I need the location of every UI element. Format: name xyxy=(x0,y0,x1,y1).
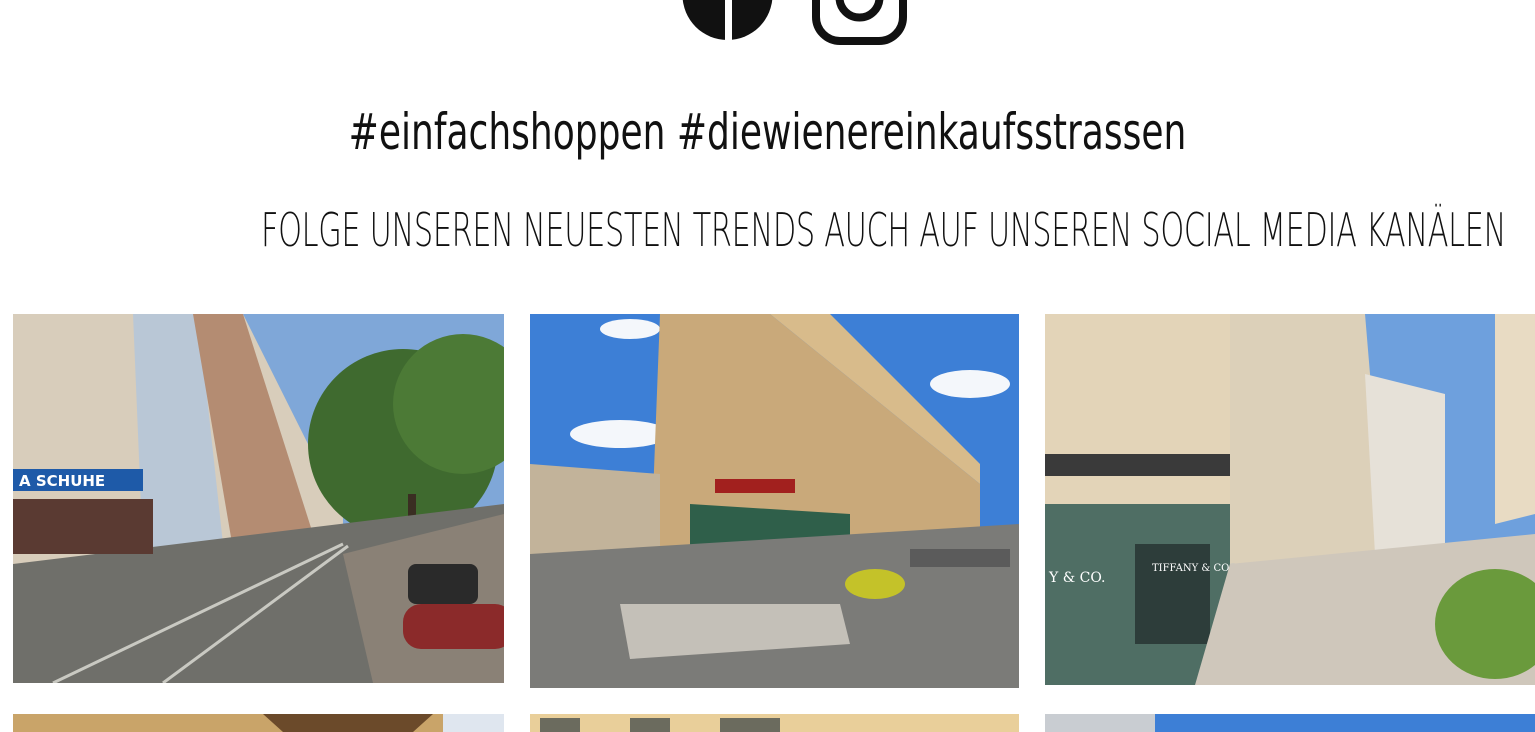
shop-sign-left: Y & CO. xyxy=(1048,570,1105,586)
shop-sign-right: TIFFANY & CO. xyxy=(1152,563,1232,574)
facebook-icon[interactable] xyxy=(681,0,774,40)
social-icons xyxy=(0,0,1535,45)
gallery-image-1[interactable]: A SCHUHE xyxy=(13,314,504,683)
gallery-image-5[interactable] xyxy=(530,714,1019,732)
gallery-image-4[interactable] xyxy=(13,714,504,732)
shop-sign: A SCHUHE xyxy=(19,472,105,490)
gallery-image-3[interactable]: Y & CO. TIFFANY & CO. xyxy=(1045,314,1535,685)
instagram-icon[interactable] xyxy=(812,0,907,45)
gallery-image-6[interactable] xyxy=(1045,714,1535,732)
hashtag-heading: #einfachshoppen #diewienereinkaufsstrass… xyxy=(348,103,1187,161)
social-subtitle: FOLGE UNSEREN NEUESTEN TRENDS AUCH AUF U… xyxy=(260,203,1507,257)
gallery-image-2[interactable] xyxy=(530,314,1019,688)
